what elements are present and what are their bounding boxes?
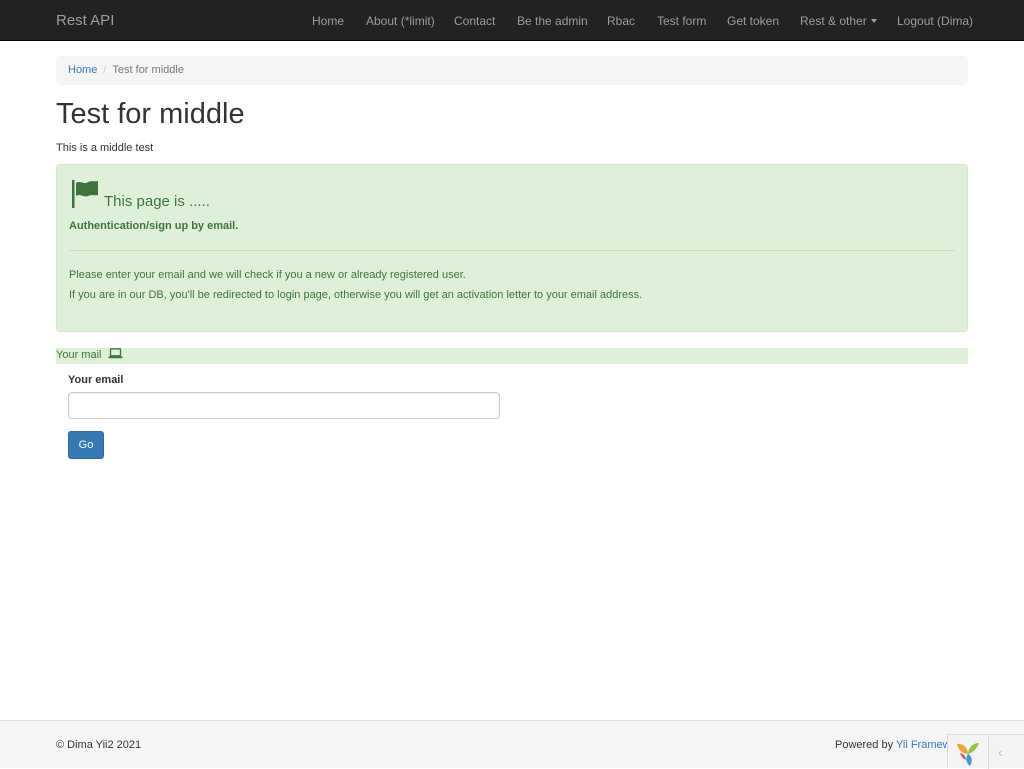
nav-item-test-form[interactable]: Test form xyxy=(657,14,706,28)
email-field-label: Your email xyxy=(68,374,124,386)
yii-logo-icon[interactable] xyxy=(954,739,982,767)
alert-heading: This page is ..... xyxy=(104,193,210,210)
nav-item-home[interactable]: Home xyxy=(312,14,344,28)
footer-copyright: © Dima Yii2 2021 xyxy=(56,739,142,751)
alert-note: If you are in our DB, you'll be redirect… xyxy=(69,289,643,301)
debug-toolbar: ‹ xyxy=(947,734,1024,769)
nav-item-get-token[interactable]: Get token xyxy=(727,14,779,28)
nav-item-logout[interactable]: Logout (Dima) xyxy=(897,14,973,28)
page-title: Test for middle xyxy=(56,98,245,130)
nav-item-be-the-admin[interactable]: Be the admin xyxy=(517,14,588,28)
toolbar-divider xyxy=(988,735,989,769)
powered-by-prefix: Powered by xyxy=(835,739,894,751)
go-button[interactable]: Go xyxy=(68,431,104,459)
nav-item-rest-other-dropdown[interactable]: Rest & other xyxy=(800,14,877,28)
nav-item-rbac[interactable]: Rbac xyxy=(607,14,635,28)
breadcrumb-home-link[interactable]: Home xyxy=(68,64,97,76)
navbar-brand[interactable]: Rest API xyxy=(56,12,114,29)
nav-item-about[interactable]: About (*limit) xyxy=(366,14,435,28)
alert-strong-text: Authentication/sign up by email. xyxy=(69,220,239,232)
breadcrumb-separator: / xyxy=(103,64,107,76)
page-intro: This is a middle test xyxy=(56,142,154,154)
alert-divider xyxy=(69,250,955,251)
footer-powered-by: Powered by Yii Framew xyxy=(835,739,951,751)
info-alert: This page is ..... Authentication/sign u… xyxy=(56,164,968,332)
breadcrumb: Home / Test for middle xyxy=(56,56,968,85)
nav-item-contact[interactable]: Contact xyxy=(454,14,495,28)
footer: © Dima Yii2 2021 Powered by Yii Framew xyxy=(0,720,1024,768)
top-navbar: Rest API Home About (*limit) Contact Be … xyxy=(0,0,1024,41)
laptop-icon xyxy=(108,348,123,359)
email-field[interactable] xyxy=(68,392,500,419)
mail-section-label: Your mail xyxy=(56,349,102,361)
chevron-left-icon[interactable]: ‹ xyxy=(998,745,1002,760)
flag-icon xyxy=(72,180,98,208)
yii-framework-link[interactable]: Yii Framew xyxy=(896,739,951,751)
breadcrumb-current: Test for middle xyxy=(112,64,184,76)
nav-item-rest-other-label: Rest & other xyxy=(800,14,867,28)
mail-section-header: Your mail xyxy=(56,348,968,364)
caret-down-icon xyxy=(870,19,877,24)
alert-instruction: Please enter your email and we will chec… xyxy=(69,269,466,281)
